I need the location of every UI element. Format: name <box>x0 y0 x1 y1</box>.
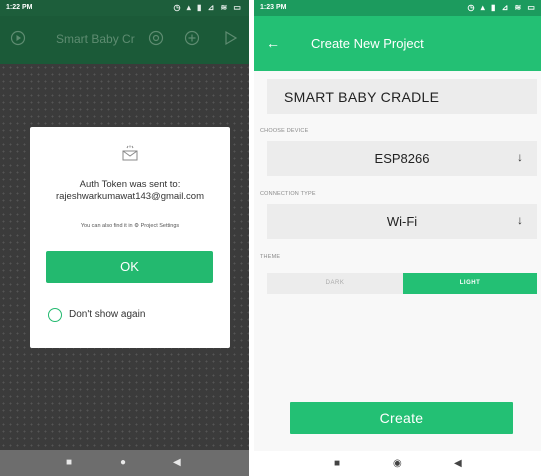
choose-device-label: CHOOSE DEVICE <box>260 128 309 134</box>
right-phone-screen: 1:23 PM ◷ ▴ ▮ ⊿ ≋ ▭ ← Create New Project… <box>254 0 541 476</box>
theme-label: THEME <box>260 254 281 260</box>
mail-sent-icon <box>30 145 230 166</box>
status-bar: 1:22 PM ◷ ▴ ▮ ⊿ ≋ ▭ <box>0 0 249 16</box>
dont-show-radio[interactable] <box>48 308 62 322</box>
run-icon[interactable] <box>222 30 240 48</box>
status-time: 1:22 PM <box>6 4 33 11</box>
status-icons: ◷ ▴ ▮ ⊿ ≋ ▭ <box>173 3 243 12</box>
status-icons: ◷ ▴ ▮ ⊿ ≋ ▭ <box>467 3 537 12</box>
left-phone-screen: 1:22 PM ◷ ▴ ▮ ⊿ ≋ ▭ Smart Baby Cr Auth T… <box>0 0 249 476</box>
dialog-hint: You can also find it in ⚙ Project Settin… <box>80 223 180 229</box>
back-arrow-icon[interactable]: ← <box>266 34 280 52</box>
theme-light-option[interactable]: LIGHT <box>403 273 537 294</box>
connection-type-label: CONNECTION TYPE <box>260 191 316 197</box>
theme-dark-option[interactable]: DARK <box>267 273 403 294</box>
status-bar: 1:23 PM ◷ ▴ ▮ ⊿ ≋ ▭ <box>254 0 541 16</box>
create-project-form: SMART BABY CRADLE CHOOSE DEVICE ESP8266 … <box>254 71 541 451</box>
dialog-message: Auth Token was sent to: <box>79 179 181 190</box>
back-button[interactable]: ◀ <box>454 457 462 471</box>
ok-button[interactable]: OK <box>46 251 213 283</box>
dialog-email: rajeshwarkumawat143@gmail.com <box>56 191 204 202</box>
project-title: Smart Baby Cr <box>56 32 135 46</box>
create-button[interactable]: Create <box>290 402 513 434</box>
home-button[interactable]: ◉ <box>393 457 402 471</box>
add-widget-icon[interactable] <box>183 30 201 48</box>
play-icon[interactable] <box>9 30 27 48</box>
settings-icon[interactable] <box>147 30 165 48</box>
auth-token-dialog: Auth Token was sent to: rajeshwarkumawat… <box>30 127 230 348</box>
system-nav-bar: ■ ◉ ◀ <box>254 451 541 476</box>
project-name-input[interactable]: SMART BABY CRADLE <box>267 79 537 114</box>
connection-select[interactable]: Wi-Fi ↓ <box>267 204 537 239</box>
system-nav-bar: ■ ● ◀ <box>0 450 249 476</box>
connection-value: Wi-Fi <box>386 214 418 229</box>
page-title: Create New Project <box>311 36 424 51</box>
chevron-down-icon: ↓ <box>517 213 523 227</box>
recents-button[interactable]: ■ <box>334 457 340 471</box>
recents-button[interactable]: ■ <box>66 456 72 470</box>
app-toolbar: Smart Baby Cr <box>0 16 249 64</box>
status-time: 1:23 PM <box>260 4 287 11</box>
device-select[interactable]: ESP8266 ↓ <box>267 141 537 176</box>
chevron-down-icon: ↓ <box>517 150 523 164</box>
dont-show-label[interactable]: Don't show again <box>69 309 145 320</box>
app-toolbar: ← Create New Project <box>254 16 541 71</box>
device-value: ESP8266 <box>374 151 430 166</box>
back-button[interactable]: ◀ <box>173 456 181 470</box>
home-button[interactable]: ● <box>120 456 126 470</box>
